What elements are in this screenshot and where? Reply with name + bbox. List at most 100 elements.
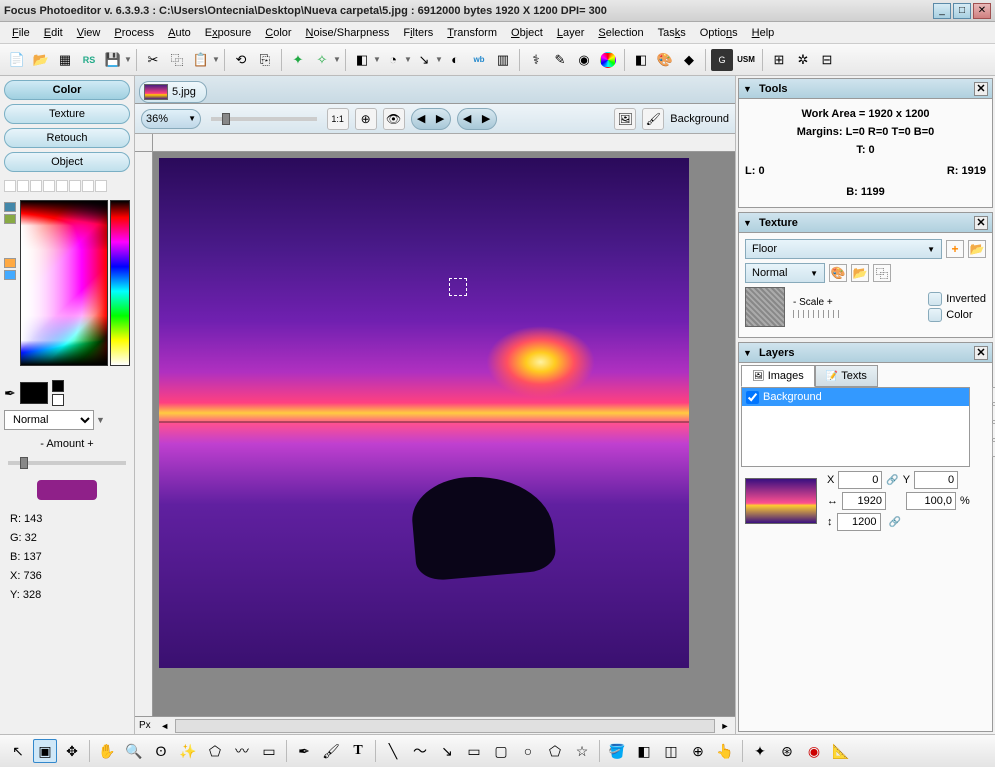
shadows-icon[interactable]: ◐ [444,49,466,71]
hue-icon[interactable] [600,52,616,68]
bg-color-black[interactable] [52,380,64,392]
collapse-icon[interactable]: ▼ [743,218,755,228]
layer-w-input[interactable] [842,492,886,510]
redeye-icon[interactable]: ◉ [573,49,595,71]
layer-background[interactable]: Background [742,388,969,406]
document-tab[interactable]: 5.jpg [139,81,207,103]
crop-tool-icon[interactable]: ▣ [33,739,57,763]
landscape-icon[interactable]: 🖼 [614,108,636,130]
measure-tool-icon[interactable]: 📐 [829,739,853,763]
menu-selection[interactable]: Selection [592,25,649,41]
recent-color-3[interactable] [4,258,16,268]
texture-blend-select[interactable]: Normal▼ [745,263,825,283]
nav-prev-next-2[interactable]: ◀▶ [457,108,497,130]
scroll-right-icon[interactable]: ► [719,721,731,731]
rect-tool-icon[interactable]: ▭ [462,739,486,763]
recent-color-1[interactable] [4,202,16,212]
move-tool-icon[interactable]: ✥ [60,739,84,763]
link-xy-icon[interactable]: 🔗 [886,475,898,486]
browse-icon[interactable]: ▦ [54,49,76,71]
grayscale-icon[interactable]: G [711,49,733,71]
hand-tool-icon[interactable]: ✋ [95,739,119,763]
menu-file[interactable]: File [6,25,36,41]
brush-icon[interactable]: 🖌 [642,108,664,130]
recent-color-4[interactable] [4,270,16,280]
usm-icon[interactable]: USM [735,49,757,71]
maximize-button[interactable]: □ [953,3,971,19]
layer-x-input[interactable] [838,471,882,489]
tint-icon[interactable]: ◆ [678,49,700,71]
eyedropper-icon[interactable]: ✒ [4,385,16,402]
channels-icon[interactable]: ▥ [492,49,514,71]
polygon-tool-icon[interactable]: ⬠ [543,739,567,763]
collapse-icon[interactable]: ▼ [743,348,755,358]
smudge-tool-icon[interactable]: 👆 [713,739,737,763]
menu-auto[interactable]: Auto [162,25,197,41]
levels-icon[interactable]: ↘ [413,49,435,71]
tab-texture[interactable]: Texture [4,104,130,124]
lock-aspect-icon[interactable]: 🔗 [889,517,901,528]
color-field[interactable] [20,200,109,366]
redeye-tool-icon[interactable]: ◉ [802,739,826,763]
line-tool-icon[interactable]: ╲ [381,739,405,763]
menu-exposure[interactable]: Exposure [199,25,257,41]
menu-view[interactable]: View [71,25,107,41]
bg-color-white[interactable] [52,394,64,406]
tab-color[interactable]: Color [4,80,130,100]
horizontal-scrollbar[interactable] [175,719,715,733]
rect-select-icon[interactable]: ▭ [257,739,281,763]
recent-color-2[interactable] [4,214,16,224]
auto-contrast-icon[interactable]: ✧ [311,49,333,71]
zoom-slider[interactable] [211,117,317,121]
clone-icon[interactable]: ⚕ [525,49,547,71]
text-tool-icon[interactable]: T [346,739,370,763]
magic-wand-icon[interactable]: ✨ [176,739,200,763]
ruler-horizontal[interactable] [153,134,735,152]
collapse-icon[interactable]: ▼ [743,84,755,94]
pointer-tool-icon[interactable]: ↖ [6,739,30,763]
star-tool-icon[interactable]: ☆ [570,739,594,763]
tab-images[interactable]: 🖼Images [741,365,815,387]
close-button[interactable]: ✕ [973,3,991,19]
freehand-select-icon[interactable]: 〰 [230,739,254,763]
ruler-vertical[interactable] [135,152,153,716]
hue-slider[interactable] [110,200,130,366]
copy-icon[interactable]: ⿻ [166,49,188,71]
panel-close-icon[interactable]: ✕ [974,346,988,360]
save-icon[interactable]: 💾 [102,49,124,71]
fit-icon[interactable]: 1:1 [327,108,349,130]
layer-visible-checkbox[interactable] [746,391,759,404]
browse-texture-icon[interactable]: 📂 [968,240,986,258]
ruler-icon[interactable]: ✲ [792,49,814,71]
scroll-left-icon[interactable]: ◄ [159,721,171,731]
tab-object[interactable]: Object [4,152,130,172]
texture-type-select[interactable]: Floor▼ [745,239,942,259]
stamp-tool-icon[interactable]: ⊛ [775,739,799,763]
resize-icon[interactable]: RS [78,49,100,71]
menu-layer[interactable]: Layer [551,25,591,41]
texture-open-icon[interactable]: 📂 [851,264,869,282]
menu-noise[interactable]: Noise/Sharpness [300,25,396,41]
open-icon[interactable]: 📂 [30,49,52,71]
tab-texts[interactable]: 📝Texts [815,365,878,387]
blend-dropdown-icon[interactable]: ▼ [96,415,105,425]
swatch-presets[interactable] [4,180,130,192]
curve-tool-icon[interactable]: 〜 [408,739,432,763]
panel-close-icon[interactable]: ✕ [974,82,988,96]
gradient-icon[interactable]: ◧ [630,49,652,71]
histogram-icon[interactable]: ◧ [351,49,373,71]
colorize-icon[interactable]: 🎨 [654,49,676,71]
menu-edit[interactable]: Edit [38,25,69,41]
brush-tool-icon[interactable]: 🖌 [319,739,343,763]
menu-transform[interactable]: Transform [441,25,503,41]
foreground-color[interactable] [20,382,48,404]
save-dropdown[interactable]: ▼ [124,55,131,64]
lasso-tool-icon[interactable]: ʘ [149,739,173,763]
paste-dropdown[interactable]: ▼ [212,55,219,64]
grid-icon[interactable]: ⊞ [768,49,790,71]
crop-icon[interactable]: ⎘ [254,49,276,71]
poly-lasso-icon[interactable]: ⬠ [203,739,227,763]
whitebalance-icon[interactable]: wb [468,49,490,71]
amount-slider[interactable] [8,461,126,465]
menu-process[interactable]: Process [108,25,160,41]
